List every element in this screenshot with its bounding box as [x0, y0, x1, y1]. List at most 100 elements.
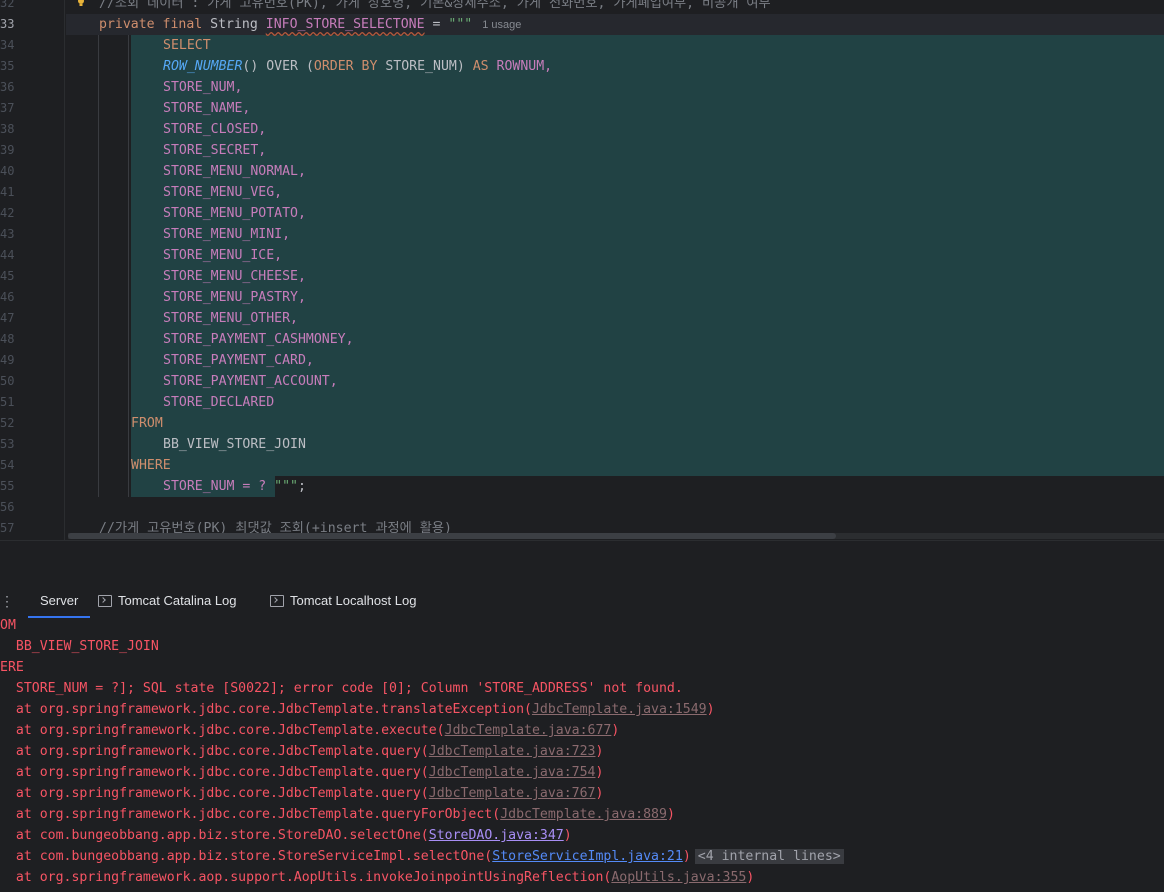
- indent-guide: [98, 35, 99, 497]
- line-number[interactable]: 47: [0, 308, 60, 329]
- line-number[interactable]: 40: [0, 161, 60, 182]
- log-text: ): [611, 723, 620, 738]
- console-line: at org.springframework.jdbc.core.JdbcTem…: [0, 783, 604, 804]
- comment-text: //조회 데이터 : 가게 고유번호(PK), 가게 상호명, 기본&상세주소,…: [99, 0, 771, 11]
- assign-op: =: [424, 17, 449, 32]
- line-number[interactable]: 34: [0, 35, 60, 56]
- sql-column-line: STORE_SECRET,: [163, 140, 266, 161]
- sql-column-name: STORE_MENU_OTHER,: [163, 311, 298, 326]
- sql-condition-line: STORE_NUM = ? """;: [163, 476, 306, 497]
- comment-line: //조회 데이터 : 가게 고유번호(PK), 가게 상호명, 기본&상세주소,…: [99, 0, 771, 14]
- line-number[interactable]: 41: [0, 182, 60, 203]
- line-number[interactable]: 42: [0, 203, 60, 224]
- source-link[interactable]: StoreServiceImpl.java:21: [492, 849, 683, 864]
- tab-tomcat-localhost-log[interactable]: Tomcat Localhost Log: [270, 584, 416, 618]
- line-number[interactable]: 44: [0, 245, 60, 266]
- tab-tomcat-catalina-log[interactable]: Tomcat Catalina Log: [98, 584, 237, 618]
- status-strip: [0, 884, 1164, 892]
- sql-column-line: STORE_PAYMENT_CASHMONEY,: [163, 329, 354, 350]
- more-options-icon[interactable]: ⋮: [0, 593, 14, 610]
- log-text: STORE_NUM = ?]; SQL state [S0022]; error…: [0, 681, 683, 696]
- usage-hint[interactable]: 1 usage: [482, 19, 521, 31]
- line-number[interactable]: 35: [0, 56, 60, 77]
- line-number[interactable]: 50: [0, 371, 60, 392]
- panel-splitter[interactable]: [0, 540, 1164, 585]
- source-link[interactable]: JdbcTemplate.java:677: [445, 723, 612, 738]
- sql-column-name: STORE_PAYMENT_CASHMONEY,: [163, 332, 354, 347]
- line-number[interactable]: 55: [0, 476, 60, 497]
- sql-from-line: FROM: [131, 413, 163, 434]
- console-line: at org.springframework.jdbc.core.JdbcTem…: [0, 804, 675, 825]
- sql-column-name: STORE_MENU_POTATO,: [163, 206, 306, 221]
- line-number[interactable]: 52: [0, 413, 60, 434]
- sql-column-name: STORE_MENU_VEG,: [163, 185, 283, 200]
- sql-column-name: STORE_NAME,: [163, 101, 251, 116]
- source-link[interactable]: JdbcTemplate.java:889: [500, 807, 667, 822]
- log-text: ): [682, 849, 691, 864]
- line-number[interactable]: 38: [0, 119, 60, 140]
- log-text: at com.bungeobbang.app.biz.store.StoreSe…: [0, 849, 493, 864]
- sql-column-name: STORE_PAYMENT_ACCOUNT,: [163, 374, 338, 389]
- log-text: OM: [0, 618, 16, 633]
- console-line: ERE: [0, 657, 24, 678]
- sql-column-name: STORE_NUM,: [163, 80, 243, 95]
- line-number[interactable]: 51: [0, 392, 60, 413]
- log-text: at org.springframework.jdbc.core.JdbcTem…: [0, 765, 429, 780]
- sql-column-name: STORE_MENU_ICE,: [163, 248, 283, 263]
- log-text: at org.springframework.jdbc.core.JdbcTem…: [0, 786, 429, 801]
- sql-column-name: STORE_MENU_NORMAL,: [163, 164, 306, 179]
- line-number[interactable]: 49: [0, 350, 60, 371]
- source-link[interactable]: JdbcTemplate.java:754: [429, 765, 596, 780]
- sql-keyword: ORDER BY: [313, 59, 378, 74]
- log-text: at org.springframework.jdbc.core.JdbcTem…: [0, 807, 501, 822]
- sql-select-line: SELECT: [163, 35, 211, 56]
- line-number[interactable]: 36: [0, 77, 60, 98]
- line-number[interactable]: 45: [0, 266, 60, 287]
- line-number[interactable]: 53: [0, 434, 60, 455]
- line-number[interactable]: 43: [0, 224, 60, 245]
- tab-label: Tomcat Localhost Log: [290, 593, 417, 608]
- sql-column-name: STORE_MENU_CHEESE,: [163, 269, 306, 284]
- tool-window-tabs: ⋮ Server Tomcat Catalina Log Tomcat Loca…: [0, 584, 1164, 619]
- source-link[interactable]: AopUtils.java:355: [611, 870, 746, 885]
- line-number[interactable]: 48: [0, 329, 60, 350]
- line-number[interactable]: 32: [0, 0, 60, 14]
- lightbulb-icon[interactable]: [76, 0, 86, 8]
- internal-lines-toggle[interactable]: <4 internal lines>: [694, 849, 844, 864]
- line-number[interactable]: 33: [0, 14, 60, 35]
- horizontal-scrollbar[interactable]: [68, 533, 836, 539]
- line-number[interactable]: 39: [0, 140, 60, 161]
- sql-column-name: STORE_DECLARED: [163, 395, 275, 410]
- sql-column-line: STORE_DECLARED: [163, 392, 274, 413]
- sql-column-line: STORE_MENU_CHEESE,: [163, 266, 306, 287]
- console-line: at org.springframework.jdbc.core.JdbcTem…: [0, 741, 604, 762]
- line-number[interactable]: 54: [0, 455, 60, 476]
- source-link[interactable]: JdbcTemplate.java:1549: [532, 702, 707, 717]
- source-link[interactable]: StoreDAO.java:347: [429, 828, 564, 843]
- sql-column-line: STORE_NUM,: [163, 77, 242, 98]
- code-editor[interactable]: 32 33 34 35 36 37 38 39 40 41 42 43 44 45 46 47 48 49 50 51…: [0, 0, 1164, 540]
- log-text: at org.springframework.jdbc.core.JdbcTem…: [0, 702, 532, 717]
- source-link[interactable]: JdbcTemplate.java:723: [429, 744, 596, 759]
- log-text: ): [595, 786, 604, 801]
- console-line: STORE_NUM = ?]; SQL state [S0022]; error…: [0, 678, 683, 699]
- log-text: ): [706, 702, 715, 717]
- tab-server[interactable]: Server: [27, 584, 91, 618]
- sql-condition: STORE_NUM = ?: [163, 479, 275, 494]
- sql-column-line: STORE_PAYMENT_ACCOUNT,: [163, 371, 338, 392]
- log-text: at org.springframework.jdbc.core.JdbcTem…: [0, 744, 429, 759]
- sql-column-line: STORE_MENU_PASTRY,: [163, 287, 306, 308]
- line-number[interactable]: 57: [0, 518, 60, 539]
- log-text: ): [746, 870, 755, 885]
- line-number[interactable]: 46: [0, 287, 60, 308]
- console-line: at com.bungeobbang.app.biz.store.StoreDA…: [0, 825, 572, 846]
- sql-keyword: AS: [472, 59, 489, 74]
- log-text: at org.springframework.jdbc.core.JdbcTem…: [0, 723, 445, 738]
- console-output[interactable]: OM BB_VIEW_STORE_JOIN ERE STORE_NUM = ?];…: [0, 618, 1164, 892]
- terminal-icon: [270, 595, 284, 607]
- constant-name[interactable]: INFO_STORE_SELECTONE: [266, 17, 425, 32]
- line-number[interactable]: 56: [0, 497, 60, 518]
- modifiers: private final: [99, 17, 203, 32]
- line-number[interactable]: 37: [0, 98, 60, 119]
- source-link[interactable]: JdbcTemplate.java:767: [429, 786, 596, 801]
